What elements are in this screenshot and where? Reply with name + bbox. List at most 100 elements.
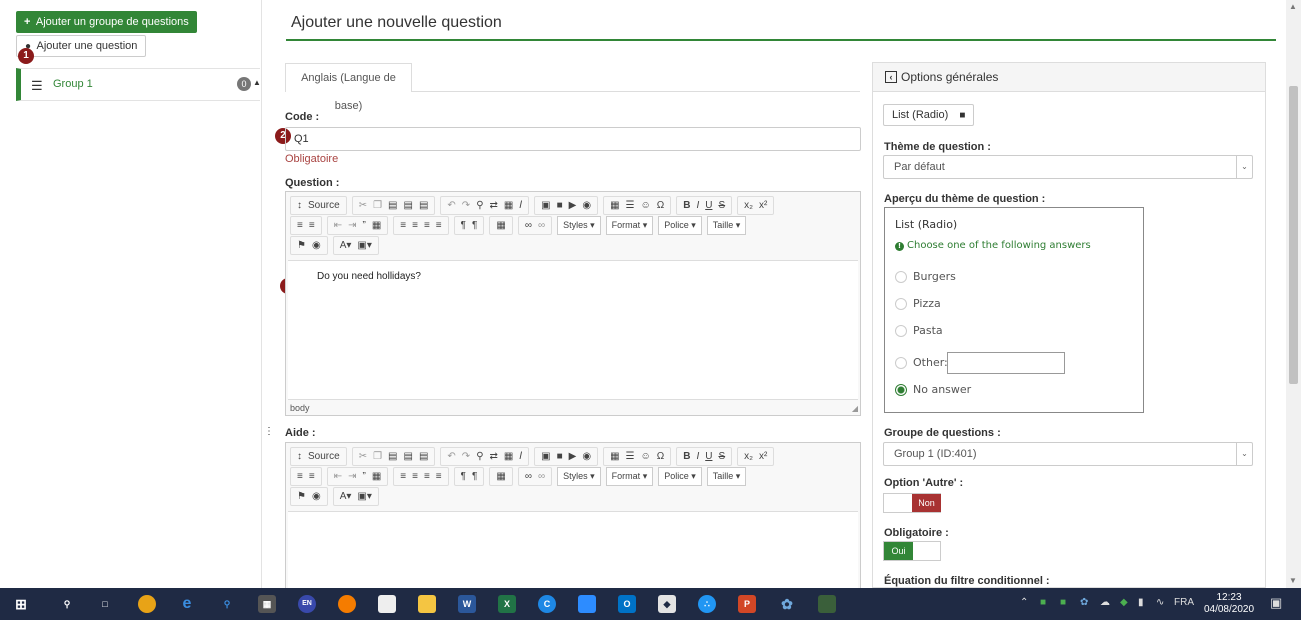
flash-icon[interactable]: ■ [554,200,566,211]
radio-icon[interactable] [895,271,907,283]
flash-icon[interactable]: ■ [554,451,566,462]
indent-icon[interactable]: ⇥ [345,471,359,482]
underline-icon[interactable]: U [702,451,715,462]
strike-icon[interactable]: S [715,200,728,211]
bold-icon[interactable]: B [680,200,693,211]
copy-icon[interactable]: ❐ [370,200,385,211]
tray-app-icon[interactable]: ◆ [1120,597,1128,608]
chrome-icon[interactable] [138,595,156,613]
flag-icon[interactable]: ⚑ [294,240,309,251]
outdent-icon[interactable]: ⇤ [331,471,345,482]
cut-icon[interactable]: ✂ [356,451,370,462]
question-group-select[interactable]: Group 1 (ID:401) ⌄ [883,442,1253,466]
excel-icon[interactable]: X [498,595,516,613]
paste-text-icon[interactable]: ▤ [401,451,416,462]
onedrive-icon[interactable]: ☁ [1100,597,1110,608]
underline-icon[interactable]: U [702,200,715,211]
find-icon[interactable]: ⚲ [473,200,486,211]
image-icon[interactable]: ▣ [538,200,553,211]
unlink-icon[interactable]: ∞ [535,220,548,231]
radio-icon[interactable] [895,357,907,369]
sidebar-group-item[interactable]: ☰ Group 1 0 ▲ [16,68,261,101]
resize-icon[interactable]: ◢ [852,404,858,413]
general-options-header[interactable]: ‹ Options générales [873,63,1265,92]
magnifier-icon[interactable]: ⚲ [218,595,236,613]
sticky-notes-icon[interactable] [378,595,396,613]
special-media-icon[interactable]: ◉ [579,451,594,462]
language-icon[interactable]: ◉ [309,240,324,251]
size-dropdown[interactable]: Taille ▾ [706,466,747,486]
rtl-icon[interactable]: ¶ [469,220,480,231]
div-icon[interactable]: ▦ [369,220,384,231]
justify-icon[interactable]: ≡ [433,220,445,231]
video-icon[interactable]: ▶ [566,451,580,462]
align-left-icon[interactable]: ≡ [397,220,409,231]
question-theme-select[interactable]: Par défaut ⌄ [883,155,1253,179]
styles-dropdown[interactable]: Styles ▾ [557,466,601,486]
scroll-up-icon[interactable]: ▲ [1289,2,1297,11]
radio-icon[interactable] [895,298,907,310]
template-icon[interactable]: ▦ [493,220,508,231]
show-hidden-icons[interactable]: ⌃ [1020,597,1028,608]
windows-start-icon[interactable]: ⊞ [12,595,30,613]
undo-icon[interactable]: ↶ [444,200,458,211]
calculator-icon[interactable]: ▦ [258,595,276,613]
zoom-icon[interactable] [578,595,596,613]
smiley-icon[interactable]: ☺ [638,451,654,462]
preview-option[interactable]: Burgers [895,270,956,283]
special-char-icon[interactable]: Ω [654,451,667,462]
powerpoint-icon[interactable]: P [738,595,756,613]
italic-icon[interactable]: I [693,200,702,211]
smiley-icon[interactable]: ☺ [638,200,654,211]
template-icon[interactable]: ▦ [493,471,508,482]
code-field[interactable]: Q1 [285,127,861,151]
background-color-icon[interactable]: ▣▾ [354,240,374,251]
word-icon[interactable]: W [458,595,476,613]
numbered-list-icon[interactable]: ≡ [294,471,306,482]
redo-icon[interactable]: ↷ [459,451,473,462]
text-color-icon[interactable]: A▾ [337,240,355,251]
add-question-button[interactable]: ● Ajouter une question [16,35,147,57]
cut-icon[interactable]: ✂ [356,200,370,211]
paste-text-icon[interactable]: ▤ [401,200,416,211]
help-editor[interactable]: ↕ Source ✂ ❐ ▤ ▤ ▤ ↶ ↷ ⚲ ⇄ ▦ 𝐼 ▣ ■ ▶ ◉ ▦ ☰ ☺ Ω BIUS x₂ x²… [285,442,861,589]
source-button[interactable]: Source [305,451,343,462]
select-all-icon[interactable]: ▦ [501,451,516,462]
app-c-icon[interactable]: C [538,595,556,613]
scroll-down-icon[interactable]: ▼ [1289,576,1297,585]
language-icon[interactable]: ◉ [309,491,324,502]
undo-icon[interactable]: ↶ [444,451,458,462]
video-icon[interactable]: ▶ [566,200,580,211]
bullet-list-icon[interactable]: ≡ [306,220,318,231]
select-all-icon[interactable]: ▦ [501,200,516,211]
subscript-icon[interactable]: x₂ [741,200,756,211]
align-center-icon[interactable]: ≡ [409,471,421,482]
background-color-icon[interactable]: ▣▾ [354,491,374,502]
flag-icon[interactable]: ⚑ [294,491,309,502]
editor-element-path[interactable]: body [290,403,310,413]
tray-app-icon[interactable]: ✿ [1080,597,1088,608]
link-icon[interactable]: ∞ [522,471,535,482]
edge-icon[interactable]: e [178,595,196,613]
superscript-icon[interactable]: x² [756,451,770,462]
preview-option[interactable]: Pizza [895,297,941,310]
styles-dropdown[interactable]: Styles ▾ [557,215,601,235]
numbered-list-icon[interactable]: ≡ [294,220,306,231]
source-button[interactable]: Source [305,200,343,211]
drag-handle-icon[interactable]: ☰ [31,78,43,94]
preview-option[interactable]: Pasta [895,324,943,337]
italic-icon[interactable]: I [693,451,702,462]
notifications-icon[interactable]: ▣ [1270,595,1282,611]
help-text-area[interactable] [288,511,858,589]
add-question-group-button[interactable]: + Ajouter un groupe de questions [16,11,197,33]
mandatory-toggle[interactable]: Oui [883,541,941,561]
ltr-icon[interactable]: ¶ [458,471,469,482]
maximize-icon[interactable]: ↕ [294,451,305,462]
panel-resize-handle[interactable]: ⋮ [264,426,274,437]
horizontal-rule-icon[interactable]: ☰ [623,200,638,211]
remove-format-icon[interactable]: 𝐼 [516,200,525,211]
special-media-icon[interactable]: ◉ [579,200,594,211]
bold-icon[interactable]: B [680,451,693,462]
file-explorer-icon[interactable] [418,595,436,613]
bullet-list-icon[interactable]: ≡ [306,471,318,482]
